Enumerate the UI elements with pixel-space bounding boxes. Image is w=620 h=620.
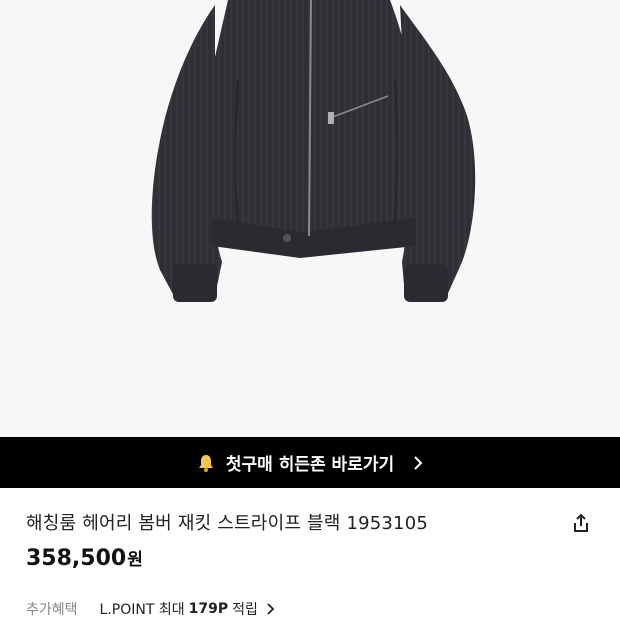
price-currency: 원: [127, 550, 143, 570]
banner-text: 첫구매 히든존 바로가기: [225, 455, 395, 475]
bomber-jacket-image: [151, 0, 476, 302]
product-title: 해칭룸 헤어리 봄버 재킷 스트라이프 블랙 1953105: [26, 513, 429, 534]
first-purchase-banner[interactable]: 첫구매 히든존 바로가기: [0, 437, 620, 488]
price-value: 358,500: [26, 546, 127, 571]
lpoint-benefit-link[interactable]: L.POINT 최대 179P 적립: [100, 599, 276, 619]
product-image[interactable]: [0, 0, 620, 437]
share-button[interactable]: [568, 510, 594, 536]
lpoint-suffix: 적립: [232, 602, 258, 618]
chevron-right-icon: [412, 455, 424, 471]
product-price: 358,500원: [26, 545, 143, 571]
extra-benefit-row: 추가혜택 L.POINT 최대 179P 적립: [26, 599, 276, 619]
benefit-label: 추가혜택: [26, 602, 78, 618]
chevron-right-icon: [267, 603, 275, 615]
bell-icon: [196, 453, 216, 473]
lpoint-points: 179P: [188, 601, 229, 617]
lpoint-prefix: L.POINT 최대: [99, 602, 185, 618]
share-icon: [574, 513, 588, 532]
